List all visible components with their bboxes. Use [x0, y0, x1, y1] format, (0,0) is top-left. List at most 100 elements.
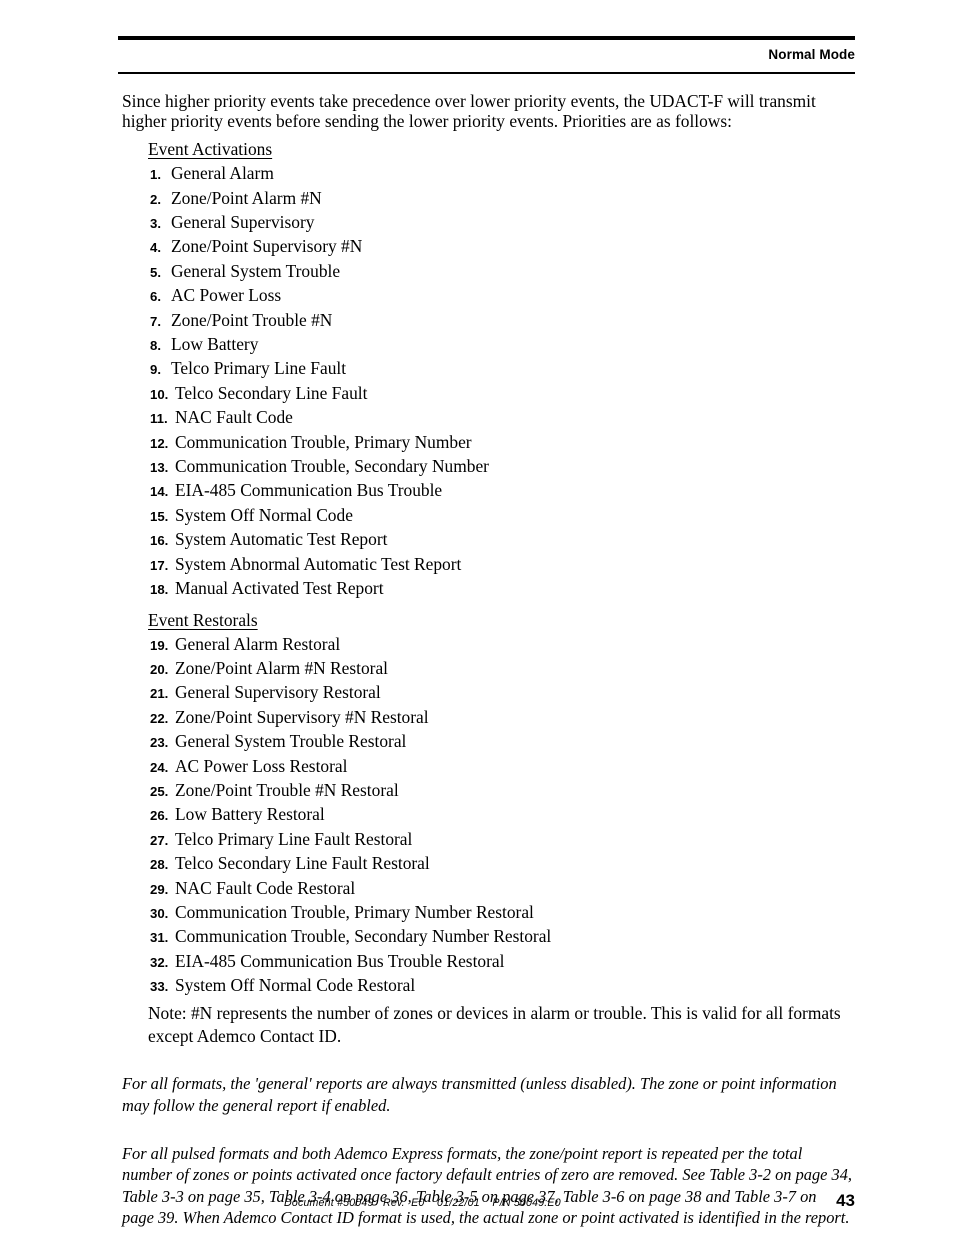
list-item-number: 12. — [150, 435, 169, 451]
list-item: 6. AC Power Loss — [150, 284, 852, 308]
list-item-label: Communication Trouble, Secondary Number … — [175, 926, 552, 947]
list-item-number: 24. — [150, 759, 169, 775]
list-item-label: Zone/Point Supervisory #N Restoral — [175, 706, 429, 727]
running-head-title: Normal Mode — [768, 47, 855, 62]
list-item: 10. Telco Secondary Line Fault — [150, 382, 852, 406]
list-item-label: EIA-485 Communication Bus Trouble — [175, 480, 443, 501]
list-item-label: System Off Normal Code Restoral — [175, 975, 416, 996]
footer-page-number: 43 — [836, 1191, 855, 1210]
list-item-label: Manual Activated Test Report — [175, 578, 384, 599]
list-item: 28. Telco Secondary Line Fault Restoral — [150, 852, 852, 876]
header-rule-top — [118, 36, 855, 40]
section-heading-event-restorals-wrap: Event Restorals — [122, 602, 852, 631]
list-item-label: Communication Trouble, Primary Number — [175, 431, 472, 452]
list-item-label: Zone/Point Trouble #N — [171, 309, 333, 330]
list-item-number: 15. — [150, 508, 169, 524]
list-item-label: Communication Trouble, Secondary Number — [175, 456, 489, 477]
section-heading-event-restorals: Event Restorals — [148, 609, 258, 630]
list-item: 13. Communication Trouble, Secondary Numb… — [150, 455, 852, 479]
list-item: 9. Telco Primary Line Fault — [150, 357, 852, 381]
list-item-number: 21. — [150, 686, 169, 702]
list-item-number: 14. — [150, 484, 169, 500]
italic-paragraph-1: For all formats, the 'general' reports a… — [122, 1074, 837, 1115]
list-item: 27. Telco Primary Line Fault Restoral — [150, 828, 852, 852]
list-item-number: 19. — [150, 637, 169, 653]
list-item-number: 17. — [150, 557, 169, 573]
list-item-label: General Supervisory Restoral — [175, 682, 381, 703]
italic-paragraph-2: For all pulsed formats and both Ademco E… — [122, 1143, 853, 1228]
list-item-label: General Alarm Restoral — [175, 633, 341, 654]
section-heading-event-activations-wrap: Event Activations — [122, 131, 852, 160]
list-item: 25. Zone/Point Trouble #N Restoral — [150, 779, 852, 803]
intro-paragraph: Since higher priority events take preced… — [122, 91, 816, 131]
list-item: 12. Communication Trouble, Primary Number — [150, 431, 852, 455]
list-item-label: System Automatic Test Report — [175, 529, 388, 550]
list-item: 15. System Off Normal Code — [150, 504, 852, 528]
event-activations-list: 1. General Alarm 2. Zone/Point Alarm #N 3. Ge… — [122, 162, 852, 601]
list-item-label: General Supervisory — [171, 212, 315, 232]
list-item-number: 25. — [150, 783, 169, 799]
page-footer: Document #50049 Rev. E0 01/22/01 P/N 500… — [122, 1191, 855, 1211]
list-item-number: 1. — [150, 167, 161, 183]
page-content: Since higher priority events take preced… — [122, 91, 853, 1245]
list-item-number: 27. — [150, 832, 169, 848]
list-item: 20. Zone/Point Alarm #N Restoral — [150, 657, 852, 681]
list-item: 14. EIA-485 Communication Bus Trouble — [150, 479, 852, 503]
list-item-number: 26. — [150, 808, 169, 824]
section-heading-event-activations: Event Activations — [148, 139, 273, 160]
list-item-number: 10. — [150, 386, 169, 402]
list-item-label: General Alarm — [171, 163, 274, 184]
list-item-number: 23. — [150, 735, 169, 751]
list-item: 24. AC Power Loss Restoral — [150, 755, 852, 779]
list-item-number: 32. — [150, 954, 169, 970]
list-item-number: 33. — [150, 979, 169, 995]
list-item-number: 20. — [150, 661, 169, 677]
list-item-label: NAC Fault Code — [175, 407, 293, 428]
list-item-label: EIA-485 Communication Bus Trouble Restor… — [175, 950, 505, 971]
list-item-number: 11. — [150, 411, 168, 427]
list-item-label: Communication Trouble, Primary Number Re… — [175, 901, 534, 922]
list-item-label: Low Battery Restoral — [175, 804, 325, 825]
list-item: 33. System Off Normal Code Restoral — [150, 974, 852, 998]
list-item: 23. General System Trouble Restoral — [150, 730, 852, 754]
list-item-number: 7. — [150, 313, 161, 329]
list-item: 19. General Alarm Restoral — [150, 633, 852, 657]
list-item-number: 9. — [150, 362, 161, 378]
list-item-number: 31. — [150, 930, 169, 946]
list-item: 18. Manual Activated Test Report — [150, 577, 852, 601]
event-restorals-list: 19. General Alarm Restoral 20. Zone/Point A… — [122, 633, 852, 999]
list-item-label: NAC Fault Code Restoral — [175, 877, 356, 898]
list-item-number: 29. — [150, 881, 169, 897]
list-item-label: Telco Secondary Line Fault — [175, 382, 368, 403]
list-item: 22. Zone/Point Supervisory #N Restoral — [150, 706, 852, 730]
list-item-label: Zone/Point Alarm #N Restoral — [175, 657, 389, 678]
list-item-number: 13. — [150, 460, 169, 476]
list-item: 3. General Supervisory — [150, 211, 852, 235]
list-item-number: 3. — [150, 216, 161, 231]
list-item-label: AC Power Loss — [171, 285, 282, 306]
list-item-label: System Off Normal Code — [175, 504, 353, 525]
list-item: 32. EIA-485 Communication Bus Trouble Res… — [150, 950, 852, 974]
list-item: 31. Communication Trouble, Secondary Numb… — [150, 925, 852, 949]
list-item-label: Telco Secondary Line Fault Restoral — [175, 853, 430, 874]
list-item-label: Telco Primary Line Fault Restoral — [175, 828, 413, 849]
list-item: 4. Zone/Point Supervisory #N — [150, 235, 852, 259]
list-item-number: 5. — [150, 264, 161, 280]
list-item-number: 6. — [150, 289, 161, 305]
list-item-label: Zone/Point Supervisory #N — [171, 236, 363, 257]
list-item: 11. NAC Fault Code — [150, 406, 852, 430]
header-rule-bottom — [118, 72, 855, 74]
list-item-label: AC Power Loss Restoral — [175, 755, 348, 776]
list-item: 8. Low Battery — [150, 333, 852, 357]
list-item-label: Zone/Point Trouble #N Restoral — [175, 779, 399, 800]
list-item-label: Telco Primary Line Fault — [171, 358, 347, 379]
list-item: 26. Low Battery Restoral — [150, 803, 852, 827]
list-item-number: 16. — [150, 533, 169, 549]
list-item: 21. General Supervisory Restoral — [150, 681, 852, 705]
list-item-number: 4. — [150, 240, 161, 256]
list-item-number: 22. — [150, 710, 169, 726]
list-item-label: Low Battery — [171, 334, 259, 355]
list-item-number: 18. — [150, 582, 169, 598]
list-item-number: 2. — [150, 191, 161, 207]
list-item-label: Zone/Point Alarm #N — [171, 187, 322, 208]
